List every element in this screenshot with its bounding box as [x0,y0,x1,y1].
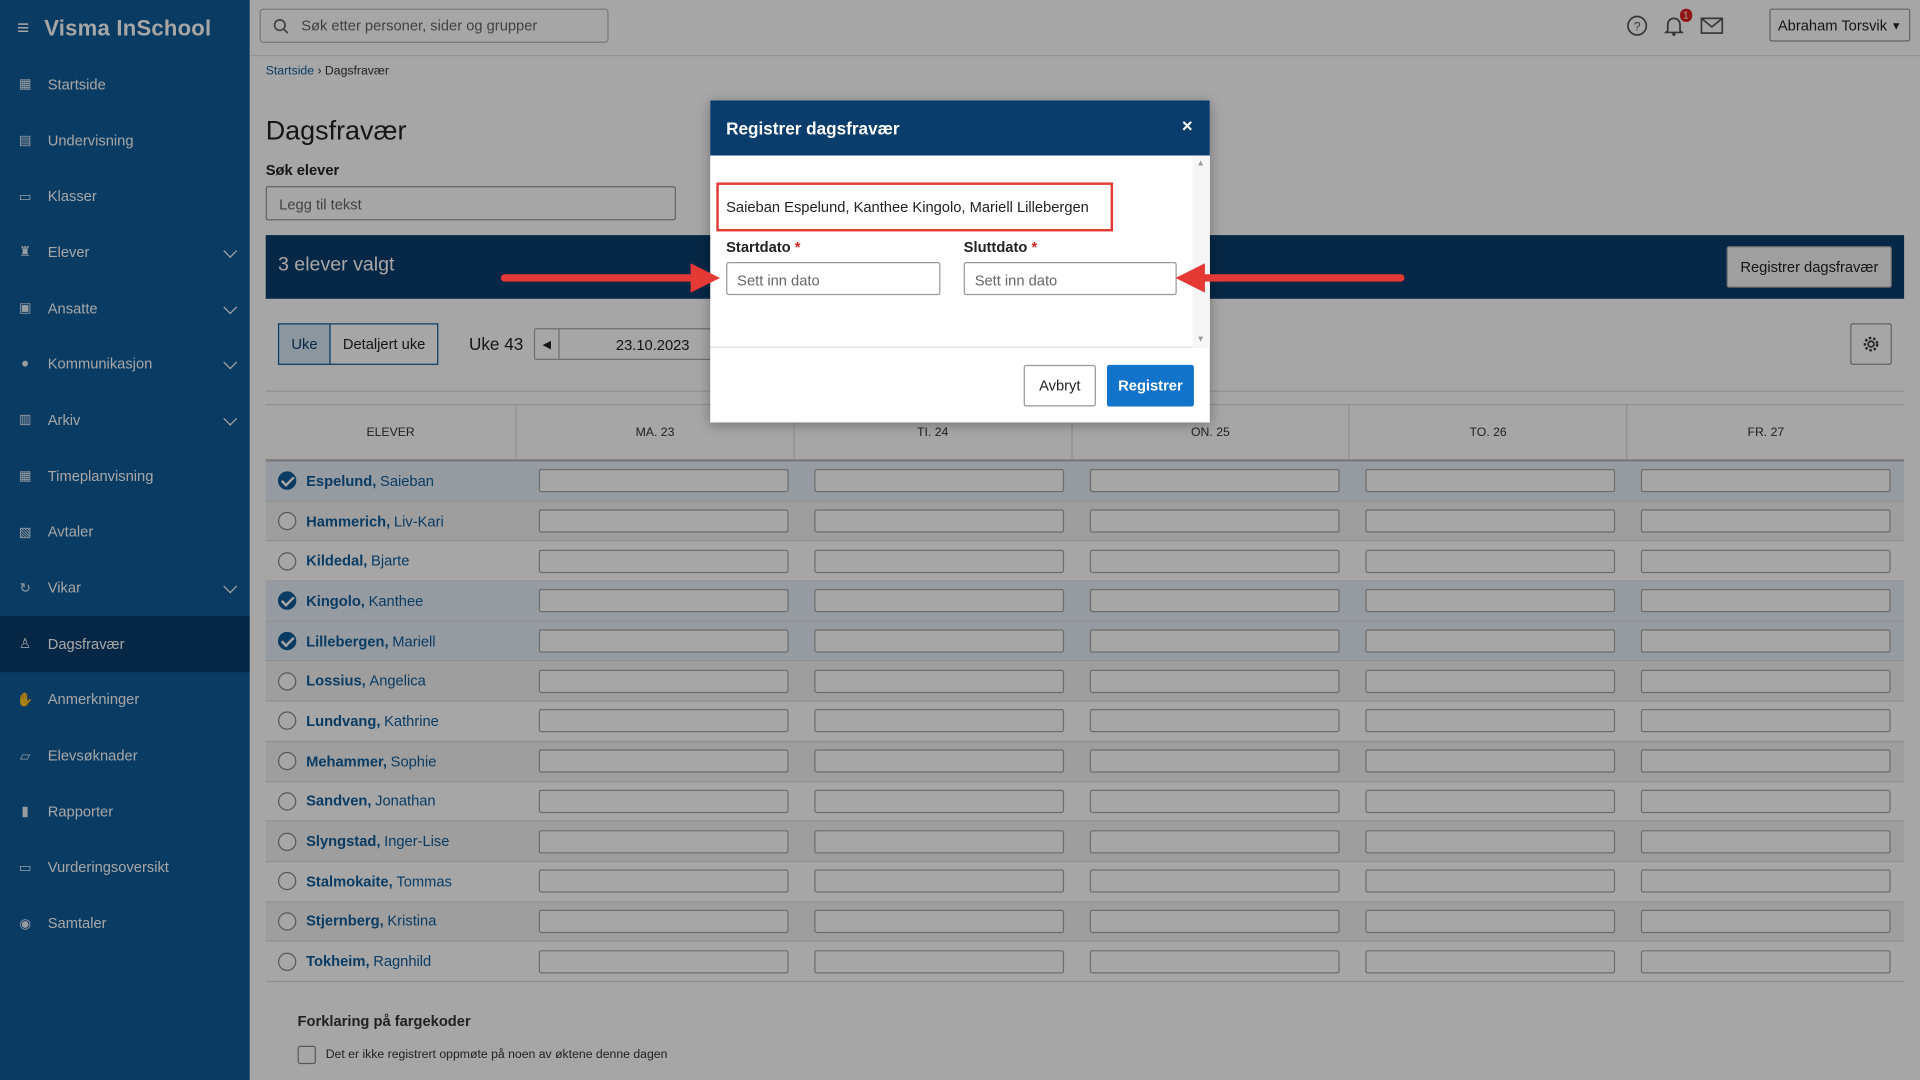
arrow-right-head [1175,263,1205,293]
arrow-left-head [690,263,721,293]
annotation-arrows [500,263,1405,293]
